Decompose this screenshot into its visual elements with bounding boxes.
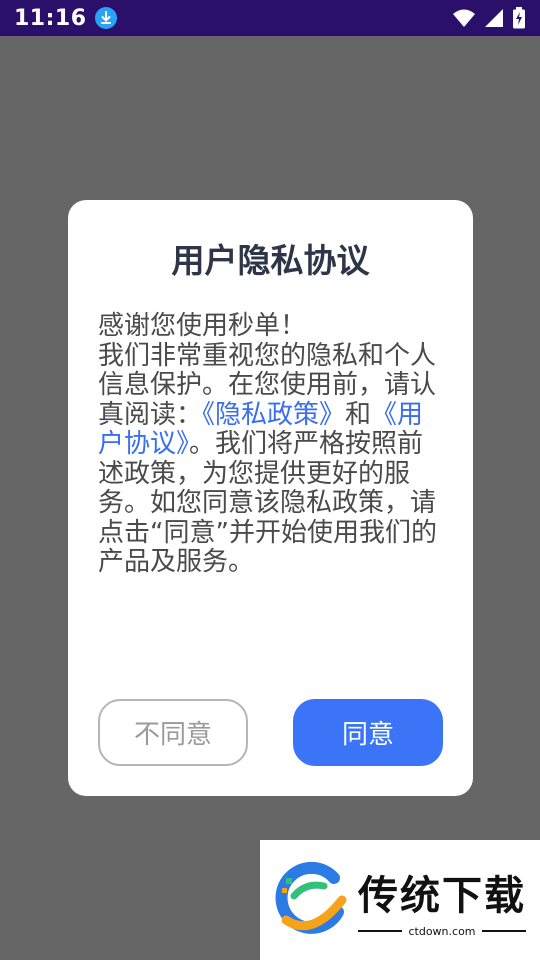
- download-icon: [94, 7, 117, 29]
- accept-button[interactable]: 同意: [293, 699, 443, 766]
- watermark-title: 传统下载: [358, 872, 526, 919]
- status-bar: 11:16: [0, 0, 540, 36]
- divider: [358, 930, 403, 932]
- signal-icon: [485, 9, 503, 27]
- divider: [481, 930, 526, 932]
- status-icons: [452, 7, 526, 29]
- wifi-icon: [453, 9, 475, 27]
- greeting-text: 感谢您使用秒单！: [98, 311, 307, 341]
- privacy-policy-link[interactable]: 《隐私政策》: [202, 400, 345, 430]
- watermark-subtitle: ctdown.com: [408, 924, 476, 938]
- and-text: 和: [345, 399, 372, 430]
- dialog-body: 感谢您使用秒单！ 我们非常重视您的隐私和个人信息保护。在您使用前，请认真阅读：《…: [98, 311, 446, 578]
- privacy-dialog: 用户隐私协议 感谢您使用秒单！ 我们非常重视您的隐私和个人信息保护。在您使用前，…: [68, 200, 473, 796]
- battery-charging-icon: [513, 7, 525, 29]
- status-time: 11:16: [14, 5, 87, 31]
- decline-button[interactable]: 不同意: [98, 699, 248, 766]
- watermark-text: 传统下载 ctdown.com: [358, 863, 526, 938]
- watermark-subtitle-row: ctdown.com: [358, 924, 526, 938]
- dialog-title: 用户隐私协议: [171, 241, 370, 280]
- watermark: 传统下载 ctdown.com: [260, 840, 540, 960]
- ctdown-logo-icon: [275, 861, 347, 934]
